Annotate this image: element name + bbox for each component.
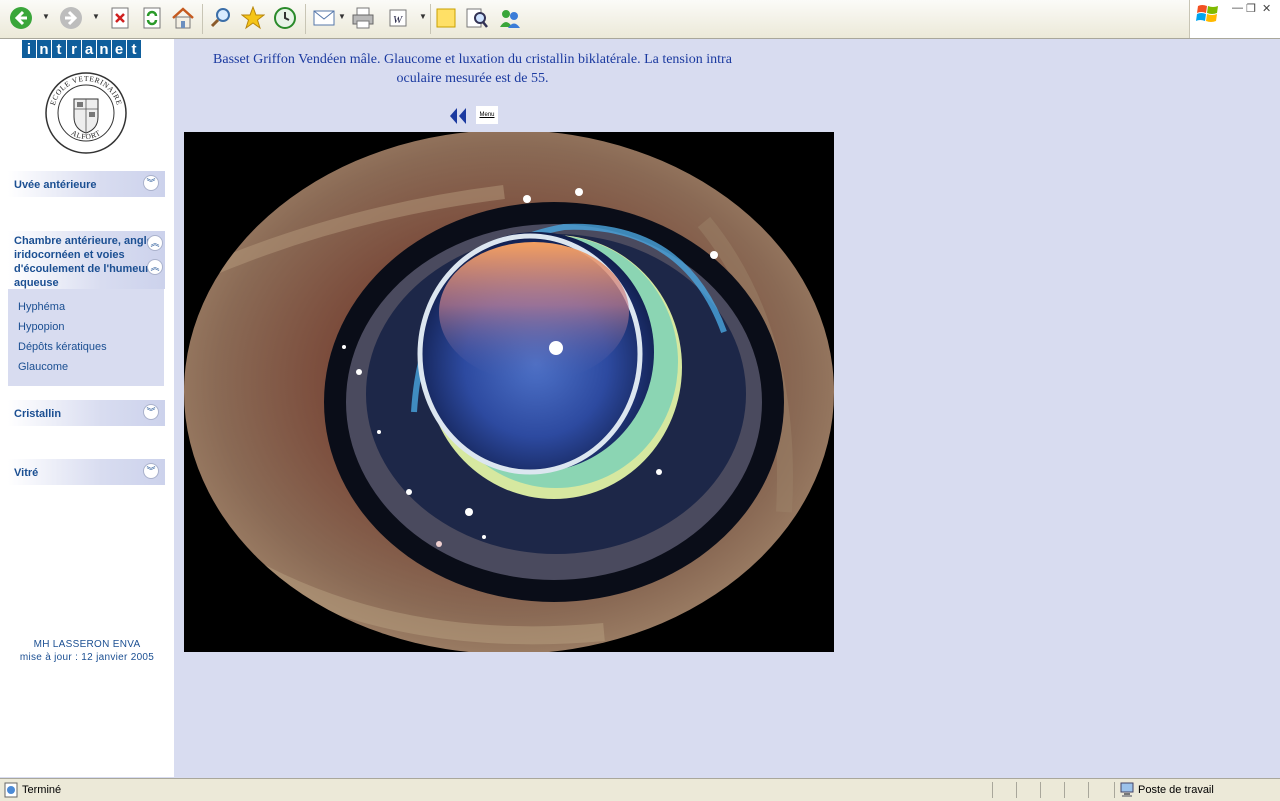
footer-credit: MH LASSERON ENVA mise à jour : 12 janvie… xyxy=(0,638,174,664)
menu-cristallin[interactable]: Cristallin ︾ xyxy=(8,400,165,426)
forward-icon[interactable] xyxy=(58,5,84,31)
security-zone-text: Poste de travail xyxy=(1138,784,1214,796)
school-seal-logo: ECOLE VETERINAIRE ALFORT xyxy=(45,72,127,154)
windows-logo-icon xyxy=(1196,5,1218,22)
search-icon[interactable] xyxy=(208,5,234,31)
restore-icon[interactable]: ❐ xyxy=(1246,2,1256,15)
previous-page-icon[interactable] xyxy=(447,106,469,126)
menu-vitre-label: Vitré xyxy=(14,467,39,479)
favorites-icon[interactable] xyxy=(240,5,266,31)
photo-caption: Basset Griffon Vendéen mâle. Glaucome et… xyxy=(213,52,732,86)
mail-dropdown-icon[interactable]: ▼ xyxy=(338,12,346,21)
status-text: Terminé xyxy=(22,784,62,796)
eye-photograph xyxy=(184,132,834,652)
banner-letter: a xyxy=(82,40,96,58)
edit-dropdown-icon[interactable]: ▼ xyxy=(419,12,427,21)
menu-uvee-anterieure[interactable]: Uvée antérieure ︾ xyxy=(8,171,165,197)
menu-uvee-label: Uvée antérieure xyxy=(14,179,97,191)
computer-zone-icon xyxy=(1120,782,1134,797)
menu-chambre-label: Chambre antérieure, angle iridocornéen e… xyxy=(14,235,153,289)
banner-letter: i xyxy=(22,40,36,58)
edit-word-icon[interactable]: W xyxy=(386,5,412,31)
submenu-item-hyphema[interactable]: Hyphéma xyxy=(18,301,65,313)
home-icon[interactable] xyxy=(170,5,196,31)
banner-letter: t xyxy=(127,40,141,58)
menu-cristallin-label: Cristallin xyxy=(14,408,62,420)
chevron-down-icon[interactable]: ︾ xyxy=(143,404,159,420)
page-done-icon xyxy=(4,782,18,798)
stop-icon[interactable] xyxy=(107,5,133,31)
minimize-icon[interactable]: — xyxy=(1232,2,1243,14)
back-dropdown-icon[interactable]: ▼ xyxy=(42,12,50,21)
submenu-item-hypopion[interactable]: Hypopion xyxy=(18,321,64,333)
credit-author: MH LASSERON ENVA xyxy=(33,639,141,650)
submenu-item-depots-keratiques[interactable]: Dépôts kératiques xyxy=(18,341,107,353)
chevron-down-icon[interactable]: ︾ xyxy=(143,175,159,191)
chevron-up-icon[interactable]: ︽ xyxy=(147,235,163,251)
banner-letter: r xyxy=(67,40,81,58)
browser-status-bar: Terminé Poste de travail xyxy=(0,778,1280,801)
chevron-down-icon[interactable]: ︾ xyxy=(143,463,159,479)
chevron-up-icon[interactable]: ︽ xyxy=(147,259,163,275)
refresh-icon[interactable] xyxy=(139,5,165,31)
submenu-item-glaucome[interactable]: Glaucome xyxy=(18,361,68,373)
menu-link[interactable]: Menu xyxy=(476,106,498,124)
messenger-icon[interactable] xyxy=(497,5,523,31)
banner-letter: t xyxy=(52,40,66,58)
banner-letter: e xyxy=(112,40,126,58)
intranet-banner[interactable]: i n t r a n e t xyxy=(22,40,142,58)
chambre-submenu: Hyphéma Hypopion Dépôts kératiques Glauc… xyxy=(8,289,164,386)
print-icon[interactable] xyxy=(350,5,376,31)
notes-icon[interactable] xyxy=(433,5,459,31)
close-icon[interactable]: ✕ xyxy=(1262,2,1271,15)
credit-update-date: mise à jour : 12 janvier 2005 xyxy=(19,652,155,663)
browser-toolbar: ▼ ▼ ▼ W ▼ — ❐ ✕ xyxy=(0,0,1280,39)
back-icon[interactable] xyxy=(8,5,34,31)
banner-letter: n xyxy=(37,40,51,58)
history-icon[interactable] xyxy=(272,5,298,31)
svg-text:W: W xyxy=(393,14,403,26)
research-icon[interactable] xyxy=(464,5,490,31)
left-navigation-frame: i n t r a n e t ECOLE VETERINAIRE ALFORT… xyxy=(0,39,174,777)
menu-chambre-anterieure[interactable]: Chambre antérieure, angle iridocornéen e… xyxy=(8,231,165,289)
banner-letter: n xyxy=(97,40,111,58)
mail-icon[interactable] xyxy=(311,5,337,31)
windows-logo-area: — ❐ ✕ xyxy=(1189,0,1280,38)
menu-vitre[interactable]: Vitré ︾ xyxy=(8,459,165,485)
forward-dropdown-icon[interactable]: ▼ xyxy=(92,12,100,21)
